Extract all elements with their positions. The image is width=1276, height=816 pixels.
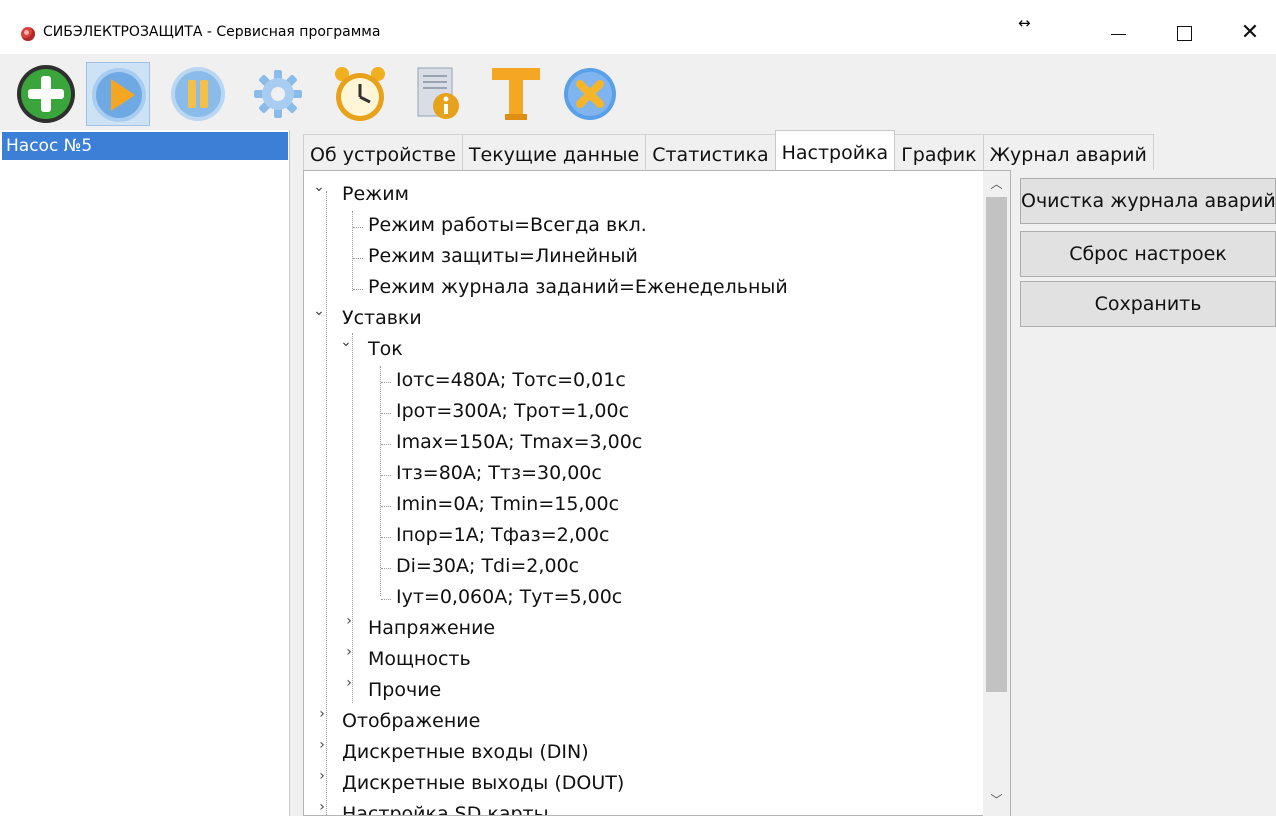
- tree-item-current[interactable]: Iтз=80А; Tтз=30,00с: [396, 458, 602, 488]
- resize-icon: ↔: [1018, 14, 1031, 32]
- tree-node-dout[interactable]: Дискретные выходы (DOUT): [342, 768, 624, 798]
- tree-node-din[interactable]: Дискретные входы (DIN): [342, 737, 589, 767]
- title-bar: СИБЭЛЕКТРОЗАЩИТА - Сервисная программа ↔…: [0, 0, 1276, 54]
- gear-icon: [254, 70, 302, 118]
- tree-guide-line: [381, 599, 391, 600]
- tree-scrollbar[interactable]: ︿ ﹀: [983, 171, 1010, 816]
- cancel-button[interactable]: [558, 62, 622, 126]
- tab-about-device[interactable]: Об устройстве: [303, 134, 463, 170]
- maximize-button[interactable]: [1154, 0, 1214, 54]
- tree-item-current[interactable]: Iут=0,060А; Tут=5,00с: [396, 582, 622, 612]
- tab-statistics[interactable]: Статистика: [645, 134, 776, 170]
- tree-guide-line: [381, 444, 391, 445]
- tree-guide-line: [381, 537, 391, 538]
- tree-node-current[interactable]: Ток: [368, 334, 403, 364]
- tab-fault-log[interactable]: Журнал аварий: [982, 134, 1154, 170]
- tree-item-mode[interactable]: Режим журнала заданий=Еженедельный: [368, 272, 788, 302]
- tree-item-current[interactable]: Di=30А; Tdi=2,00с: [396, 551, 579, 581]
- tree-item-current[interactable]: Iотс=480А; Tотс=0,01с: [396, 365, 626, 395]
- expand-icon[interactable]: ›: [315, 768, 329, 784]
- tree-guide-line: [381, 506, 391, 507]
- tree-guide-line: [326, 191, 327, 815]
- tree-item-mode[interactable]: Режим защиты=Линейный: [368, 241, 638, 271]
- expand-icon[interactable]: ›: [342, 613, 356, 629]
- tree-node-sd-card[interactable]: Настройка SD карты: [342, 799, 549, 815]
- tree-node-mode[interactable]: Режим: [342, 179, 409, 209]
- start-button[interactable]: [86, 62, 150, 126]
- tree-node-power[interactable]: Мощность: [368, 644, 471, 674]
- reset-settings-button[interactable]: Сброс настроек: [1020, 231, 1276, 277]
- device-info-button[interactable]: [404, 62, 468, 126]
- close-button[interactable]: ✕: [1220, 0, 1276, 54]
- maximize-icon: [1176, 25, 1192, 41]
- tab-current-data[interactable]: Текущие данные: [461, 134, 647, 170]
- add-icon: [17, 65, 75, 123]
- collapse-icon[interactable]: ⌄: [312, 179, 326, 195]
- tree-node-display[interactable]: Отображение: [342, 706, 480, 736]
- device-list: Насос №5: [0, 130, 290, 816]
- text-button[interactable]: [484, 62, 548, 126]
- tree-item-current[interactable]: Iпор=1А; Tфаз=2,00с: [396, 520, 609, 550]
- device-item-pump5[interactable]: Насос №5: [2, 132, 288, 160]
- info-document-icon: [417, 67, 459, 119]
- pause-button[interactable]: [166, 62, 230, 126]
- expand-icon[interactable]: ›: [315, 799, 329, 815]
- tab-settings[interactable]: Настройка: [774, 130, 896, 170]
- scroll-up-icon[interactable]: ︿: [983, 173, 1010, 195]
- settings-tree: ⌄ Режим Режим работы=Всегда вкл. Режим з…: [303, 170, 1011, 816]
- play-icon: [92, 68, 146, 122]
- tab-bar: Об устройстве Текущие данные Статистика …: [303, 130, 1154, 170]
- tree-item-current[interactable]: Iрот=300А; Tрот=1,00с: [396, 396, 629, 426]
- schedule-button[interactable]: [328, 62, 392, 126]
- tree-guide-line: [352, 211, 353, 291]
- add-device-button[interactable]: [14, 62, 78, 126]
- minimize-button[interactable]: [1088, 0, 1148, 54]
- save-button[interactable]: Сохранить: [1020, 281, 1276, 327]
- tree-item-mode[interactable]: Режим работы=Всегда вкл.: [368, 210, 647, 240]
- tree-node-setpoints[interactable]: Уставки: [342, 303, 422, 333]
- minimize-icon: [1110, 33, 1126, 35]
- close-icon: ✕: [1240, 19, 1260, 45]
- expand-icon[interactable]: ›: [315, 737, 329, 753]
- tree-guide-line: [353, 258, 363, 259]
- tree-item-current[interactable]: Imin=0А; Tmin=15,00с: [396, 489, 619, 519]
- scrollbar-thumb[interactable]: [986, 197, 1007, 692]
- tree-guide-line: [380, 366, 381, 596]
- settings-button[interactable]: [246, 62, 310, 126]
- expand-icon[interactable]: ›: [342, 644, 356, 660]
- tree-guide-line: [353, 227, 363, 228]
- tree-node-other[interactable]: Прочие: [368, 675, 441, 705]
- collapse-icon[interactable]: ⌄: [312, 303, 326, 319]
- window-title: СИБЭЛЕКТРОЗАЩИТА - Сервисная программа: [43, 24, 381, 40]
- app-logo-icon: [21, 27, 35, 41]
- tree-item-current[interactable]: Imax=150А; Tmax=3,00с: [396, 427, 642, 457]
- scroll-down-icon[interactable]: ﹀: [983, 789, 1010, 811]
- tree-guide-line: [381, 568, 391, 569]
- tree-node-voltage[interactable]: Напряжение: [368, 613, 495, 643]
- tree-guide-line: [381, 382, 391, 383]
- cancel-icon: [564, 68, 616, 120]
- expand-icon[interactable]: ›: [315, 706, 329, 722]
- text-tool-icon: [492, 68, 540, 120]
- toolbar: [0, 54, 1276, 128]
- tree-guide-line: [381, 475, 391, 476]
- tree-guide-line: [353, 289, 363, 290]
- tree-guide-line: [381, 413, 391, 414]
- clear-fault-log-button[interactable]: Очистка журнала аварий: [1020, 178, 1276, 224]
- expand-icon[interactable]: ›: [342, 675, 356, 691]
- alarm-clock-icon: [335, 67, 385, 121]
- collapse-icon[interactable]: ⌄: [339, 334, 353, 350]
- pause-icon: [171, 67, 225, 121]
- tab-chart[interactable]: График: [894, 134, 984, 170]
